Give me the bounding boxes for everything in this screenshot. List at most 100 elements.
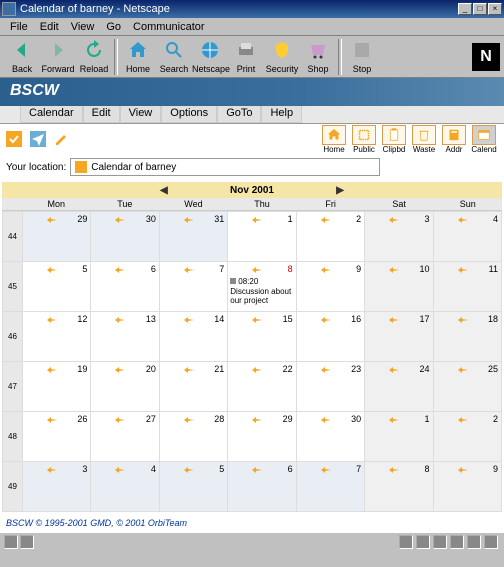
calendar-cell[interactable]: 21 [159,362,227,412]
calendar-cell[interactable]: 3 [365,212,433,262]
edit-icon[interactable] [54,131,70,147]
reload-button[interactable]: Reload [76,39,112,74]
calendar-cell[interactable]: 18 [433,312,501,362]
shop-button[interactable]: Shop [300,39,336,74]
status-icon[interactable] [20,535,34,549]
send-icon[interactable] [30,131,46,147]
forward-button[interactable]: Forward [40,39,76,74]
calendar-cell[interactable]: 3 [23,462,91,512]
calendar-cell[interactable]: 8 [365,462,433,512]
calendar-cell[interactable]: 26 [23,412,91,462]
component-icon[interactable] [450,535,464,549]
calendar-cell[interactable]: 28 [159,412,227,462]
restore-button[interactable]: □ [473,3,487,15]
calendar-cell[interactable]: 1 [365,412,433,462]
calendar-cell[interactable]: 29 [228,412,296,462]
calendar-cell[interactable]: 20 [91,362,159,412]
calendar-cell[interactable]: 808:20Discussion about our project [228,262,296,312]
public-icon [352,125,376,145]
calendar-cell[interactable]: 5 [159,462,227,512]
netscape-logo[interactable]: N [472,43,500,71]
day-number: 17 [420,314,430,324]
calendar-cell[interactable]: 6 [91,262,159,312]
print-button[interactable]: Print [228,39,264,74]
day-number: 3 [425,214,430,224]
calendar-cell[interactable]: 9 [296,262,364,312]
catch-up-icon[interactable] [6,131,22,147]
calendar-cell[interactable]: 13 [91,312,159,362]
calendar-cell[interactable]: 5 [23,262,91,312]
stop-button[interactable]: Stop [344,39,380,74]
flag-icon [389,415,399,421]
day-number: 21 [214,364,224,374]
component-icon[interactable] [433,535,447,549]
appmenu-edit[interactable]: Edit [83,106,120,123]
navbox-waste[interactable]: Waste [410,125,438,154]
component-icon[interactable] [416,535,430,549]
component-icon[interactable] [399,535,413,549]
calendar-cell[interactable]: 6 [228,462,296,512]
calendar-cell[interactable]: 7 [296,462,364,512]
component-icon[interactable] [484,535,498,549]
footer-link-orbiteam[interactable]: OrbiTeam [148,518,187,528]
calendar-cell[interactable]: 30 [91,212,159,262]
calendar-cell[interactable]: 31 [159,212,227,262]
location-field[interactable]: Calendar of barney [70,158,380,176]
navbox-addr[interactable]: Addr [440,125,468,154]
day-number: 5 [219,464,224,474]
calendar-cell[interactable]: 22 [228,362,296,412]
close-button[interactable]: × [488,3,502,15]
home-button[interactable]: Home [120,39,156,74]
calendar-cell[interactable]: 15 [228,312,296,362]
navbox-clipbd[interactable]: Clipbd [380,125,408,154]
flag-icon [458,315,468,321]
calendar-cell[interactable]: 25 [433,362,501,412]
menu-view[interactable]: View [65,21,101,33]
calendar-cell[interactable]: 7 [159,262,227,312]
appmenu-view[interactable]: View [120,106,162,123]
navbox-home[interactable]: Home [320,125,348,154]
menu-edit[interactable]: Edit [34,21,65,33]
day-number: 26 [77,414,87,424]
back-button[interactable]: Back [4,39,40,74]
window-titlebar: Calendar of barney - Netscape _ □ × [0,0,504,18]
calendar-cell[interactable]: 11 [433,262,501,312]
calendar-cell[interactable]: 10 [365,262,433,312]
netscape-button[interactable]: Netscape [192,39,228,74]
appmenu-calendar[interactable]: Calendar [20,106,83,123]
appmenu-goto[interactable]: GoTo [217,106,261,123]
calendar-cell[interactable]: 27 [91,412,159,462]
component-icon[interactable] [467,535,481,549]
appmenu-options[interactable]: Options [161,106,217,123]
navbox-calend[interactable]: Calend [470,125,498,154]
calendar-event[interactable]: 08:20Discussion about our project [228,276,295,307]
calendar-cell[interactable]: 4 [433,212,501,262]
minimize-button[interactable]: _ [458,3,472,15]
calendar-cell[interactable]: 23 [296,362,364,412]
calendar-cell[interactable]: 16 [296,312,364,362]
security-button[interactable]: Security [264,39,300,74]
status-icon[interactable] [4,535,18,549]
calendar-cell[interactable]: 30 [296,412,364,462]
search-button[interactable]: Search [156,39,192,74]
calendar-cell[interactable]: 2 [433,412,501,462]
navbox-public[interactable]: Public [350,125,378,154]
calendar-cell[interactable]: 17 [365,312,433,362]
footer-link-gmd[interactable]: GMD [90,518,111,528]
calendar-cell[interactable]: 1 [228,212,296,262]
calendar-cell[interactable]: 4 [91,462,159,512]
calendar-cell[interactable]: 14 [159,312,227,362]
menu-file[interactable]: File [4,21,34,33]
calendar-cell[interactable]: 9 [433,462,501,512]
calendar-cell[interactable]: 29 [23,212,91,262]
menu-go[interactable]: Go [100,21,127,33]
flag-icon [321,415,331,421]
menu-communicator[interactable]: Communicator [127,21,211,33]
next-month-button[interactable]: ▶ [336,185,344,196]
calendar-cell[interactable]: 24 [365,362,433,412]
appmenu-help[interactable]: Help [261,106,302,123]
calendar-cell[interactable]: 12 [23,312,91,362]
calendar-cell[interactable]: 19 [23,362,91,412]
calendar-cell[interactable]: 2 [296,212,364,262]
prev-month-button[interactable]: ◀ [160,185,168,196]
